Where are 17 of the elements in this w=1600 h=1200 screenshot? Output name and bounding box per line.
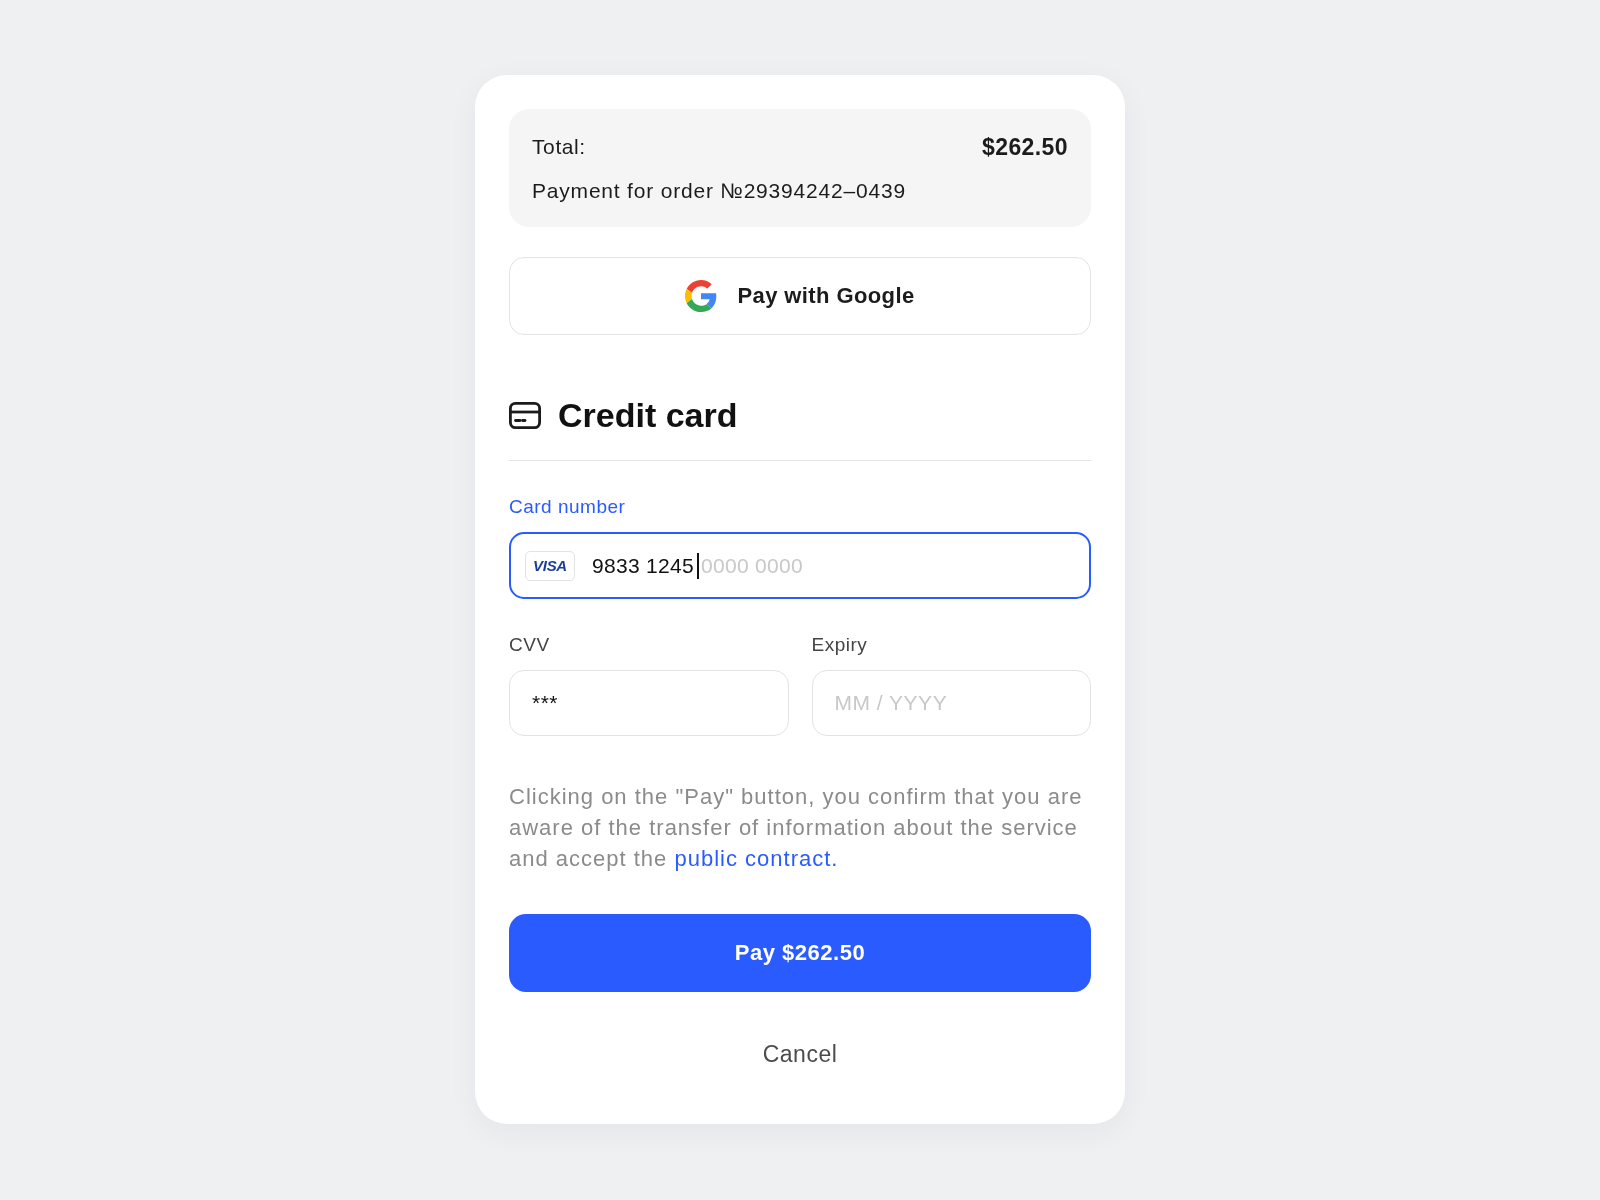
google-logo-icon	[685, 280, 718, 312]
cvv-field[interactable]: ***	[509, 670, 789, 736]
consent-text: Clicking on the "Pay" button, you confirm that you are aware of the transfer of information about the service and accept the public contract.	[509, 783, 1084, 873]
text-cursor-icon	[696, 552, 699, 579]
card-brand-logo: VISA	[525, 550, 575, 581]
total-amount: $262.50	[982, 133, 1068, 161]
field-label: Expiry	[811, 633, 869, 657]
field-label: CVV	[509, 633, 551, 657]
total-label: Total:	[532, 135, 586, 159]
section-title: Credit card	[558, 395, 738, 436]
pay-button[interactable]: Pay $262.50	[509, 914, 1091, 992]
credit-card-icon	[509, 401, 541, 429]
field-label: Card number	[509, 495, 627, 519]
google-pay-button[interactable]: Pay with Google	[509, 257, 1091, 335]
cancel-button[interactable]: Cancel	[752, 1032, 848, 1076]
order-description: Payment for order №29394242–0439	[532, 178, 906, 204]
public-contract-link[interactable]: public contract.	[674, 846, 839, 871]
